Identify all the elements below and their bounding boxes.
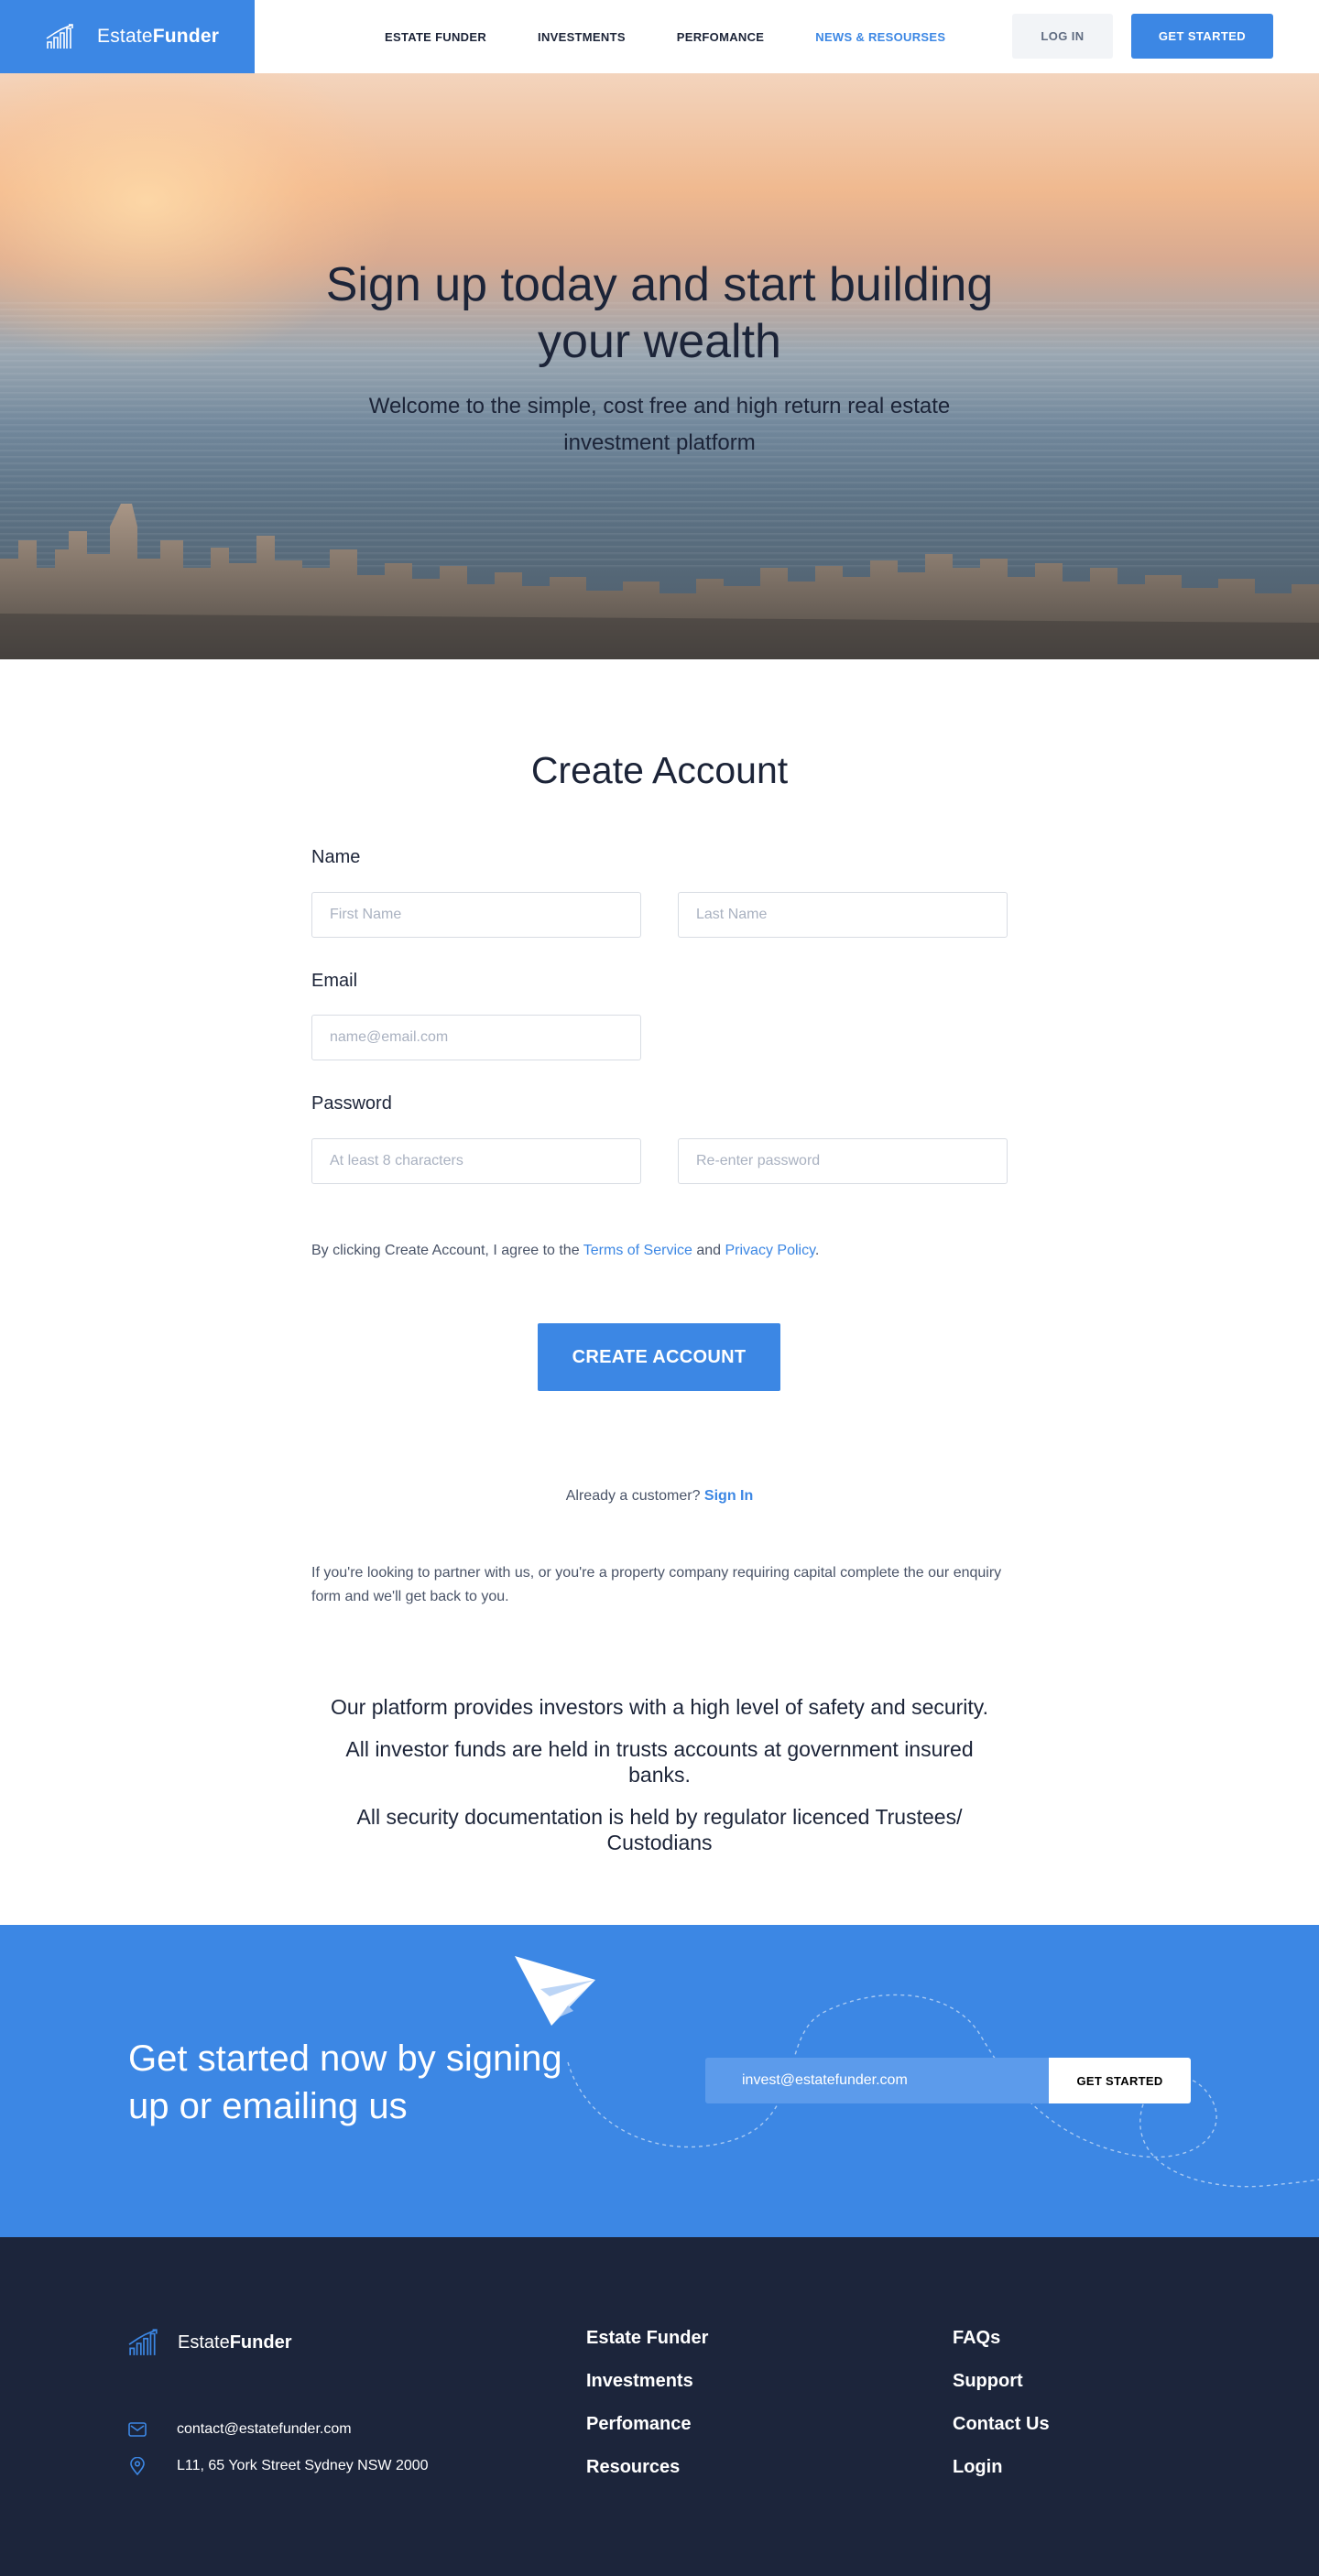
bar-chart-logo-icon (46, 24, 73, 49)
footer-brand-logo[interactable]: EstateFunder (128, 2329, 291, 2356)
terms-notice: By clicking Create Account, I agree to t… (311, 1243, 820, 1258)
name-label: Name (311, 847, 361, 867)
location-pin-icon (130, 2457, 145, 2475)
nav-item-investments[interactable]: INVESTMENTS (538, 30, 626, 44)
already-customer-text: Already a customer? Sign In (565, 1488, 754, 1504)
footer-link-login[interactable]: Login (953, 2456, 1050, 2478)
password-confirm-field[interactable] (678, 1138, 1008, 1184)
cta-email-input[interactable] (705, 2058, 1049, 2103)
create-account-section: Create Account Name Email Password By cl… (0, 659, 1319, 1925)
cta-title: Get started now by signing up or emailin… (128, 2038, 562, 2126)
footer-links-help: FAQs Support Contact Us Login (953, 2327, 1050, 2499)
hero-subtitle: Welcome to the simple, cost free and hig… (368, 394, 951, 455)
footer-link-faqs[interactable]: FAQs (953, 2327, 1050, 2349)
brand-logo[interactable]: EstateFunder (0, 0, 255, 73)
footer-link-support[interactable]: Support (953, 2370, 1050, 2392)
security-line: All investor funds are held in trusts ac… (345, 1737, 974, 1787)
footer-link-performance[interactable]: Perfomance (586, 2413, 708, 2435)
partner-enquiry-text: If you're looking to partner with us, or… (311, 1565, 1002, 1604)
footer-link-investments[interactable]: Investments (586, 2370, 708, 2392)
nav-item-performance[interactable]: PERFOMANCE (677, 30, 764, 44)
security-statement: Our platform provides investors with a h… (0, 1694, 1319, 1872)
email-label: Email (311, 971, 358, 991)
footer-brand-name: EstateFunder (178, 2331, 292, 2353)
nav-item-estate-funder[interactable]: ESTATE FUNDER (385, 30, 486, 44)
last-name-field[interactable] (678, 892, 1008, 938)
footer-link-contact-us[interactable]: Contact Us (953, 2413, 1050, 2435)
cta-band: Get started now by signing up or emailin… (0, 1925, 1319, 2237)
site-footer: EstateFunder contact@estatefunder.com L1… (0, 2237, 1319, 2576)
form-title: Create Account (530, 749, 789, 791)
footer-link-estate-funder[interactable]: Estate Funder (586, 2327, 708, 2349)
get-started-button[interactable]: GET STARTED (1131, 14, 1273, 59)
site-header: EstateFunder ESTATE FUNDER INVESTMENTS P… (0, 0, 1319, 73)
first-name-field[interactable] (311, 892, 641, 938)
hero-content: Sign up today and start building your we… (0, 256, 1319, 462)
footer-address: L11, 65 York Street Sydney NSW 2000 (128, 2457, 429, 2475)
brand-name: EstateFunder (97, 26, 220, 47)
login-button[interactable]: LOG IN (1012, 14, 1113, 59)
sign-in-link[interactable]: Sign In (704, 1488, 753, 1504)
footer-links-company: Estate Funder Investments Perfomance Res… (586, 2327, 708, 2499)
password-label: Password (311, 1093, 392, 1114)
mail-icon (128, 2422, 147, 2437)
footer-link-resources[interactable]: Resources (586, 2456, 708, 2478)
password-field[interactable] (311, 1138, 641, 1184)
hero-title: Sign up today and start building your we… (325, 258, 994, 368)
main-nav: ESTATE FUNDER INVESTMENTS PERFOMANCE NEW… (385, 0, 997, 73)
hero-city-skyline (0, 504, 1319, 659)
hero-banner: Sign up today and start building your we… (0, 73, 1319, 659)
cta-get-started-button[interactable]: GET STARTED (1049, 2058, 1191, 2103)
create-account-button[interactable]: CREATE ACCOUNT (538, 1323, 780, 1391)
terms-of-service-link[interactable]: Terms of Service (583, 1243, 692, 1258)
security-line: Our platform provides investors with a h… (330, 1695, 988, 1719)
security-line: All security documentation is held by re… (356, 1805, 963, 1854)
paper-plane-icon (515, 1956, 595, 2026)
email-field[interactable] (311, 1015, 641, 1060)
bar-chart-logo-icon (128, 2329, 158, 2355)
nav-item-news-resources[interactable]: NEWS & RESOURSES (815, 30, 945, 44)
privacy-policy-link[interactable]: Privacy Policy (725, 1243, 815, 1258)
footer-email[interactable]: contact@estatefunder.com (128, 2420, 352, 2439)
